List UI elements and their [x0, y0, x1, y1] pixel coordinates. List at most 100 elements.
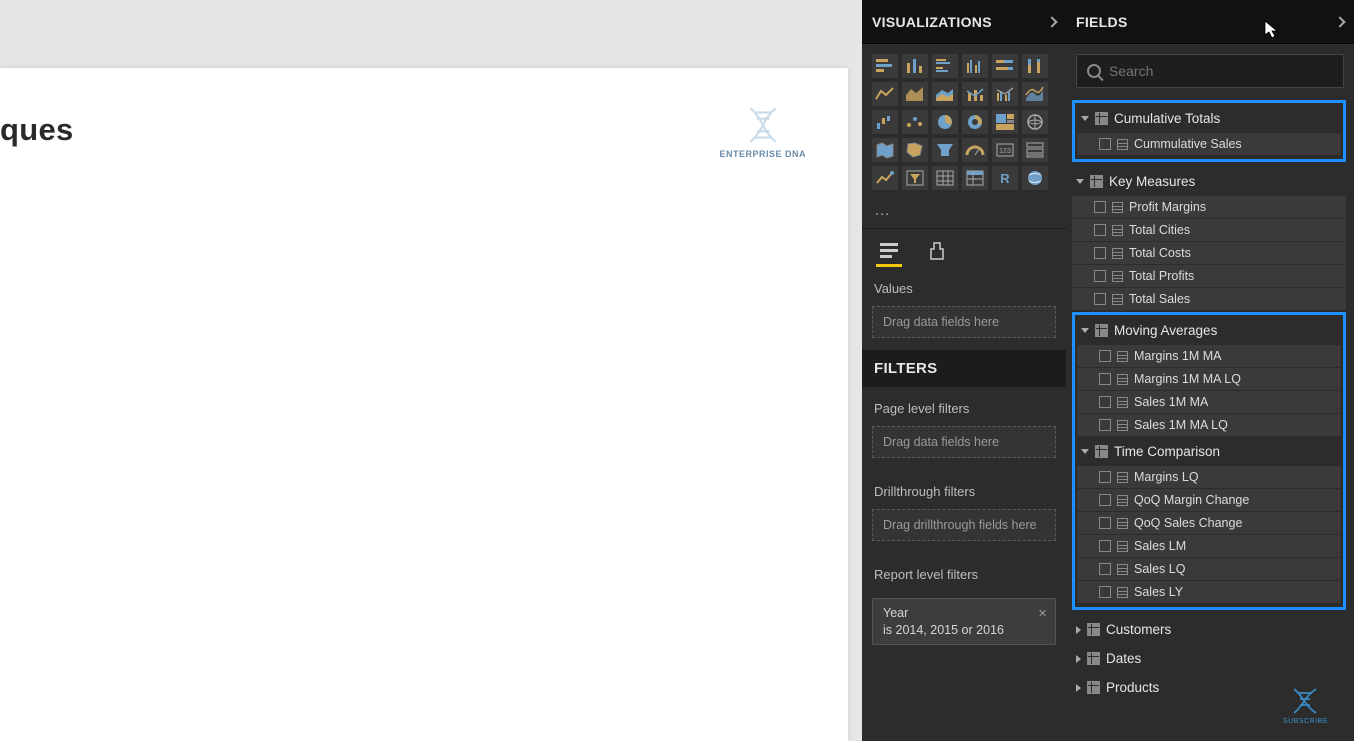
viz-donut-icon[interactable] — [962, 110, 988, 134]
filters-header: FILTERS — [862, 350, 1066, 387]
viz-arcgis-icon[interactable] — [1022, 166, 1048, 190]
format-tab[interactable] — [924, 239, 950, 267]
viz-scatter-icon[interactable] — [902, 110, 928, 134]
fields-tree[interactable]: Cumulative Totals Cummulative Sales Key Me… — [1066, 96, 1354, 741]
viz-table-icon[interactable] — [932, 166, 958, 190]
table-group: Key MeasuresProfit MarginsTotal Cities To… — [1072, 168, 1346, 310]
viz-line-stacked-column-icon[interactable] — [962, 82, 988, 106]
close-icon[interactable]: × — [1038, 605, 1047, 622]
report-canvas[interactable]: ques ENTERPRISE DNA — [0, 0, 862, 741]
table-header-time-comparison[interactable]: Time Comparison — [1077, 438, 1341, 465]
report-page[interactable]: ques ENTERPRISE DNA — [0, 68, 848, 741]
viz-filled-map-icon[interactable] — [872, 138, 898, 162]
fields-tab[interactable] — [876, 239, 902, 267]
checkbox-icon[interactable] — [1094, 247, 1106, 259]
viz-shape-map-icon[interactable] — [902, 138, 928, 162]
field-item[interactable]: QoQ Margin Change — [1077, 489, 1341, 511]
viz-100-stacked-column-icon[interactable] — [1022, 54, 1048, 78]
checkbox-icon[interactable] — [1099, 471, 1111, 483]
field-name: Total Costs — [1129, 246, 1191, 260]
table-header-moving-averages[interactable]: Moving Averages — [1077, 317, 1341, 344]
checkbox-icon[interactable] — [1099, 419, 1111, 431]
checkbox-icon[interactable] — [1099, 350, 1111, 362]
visualizations-header[interactable]: VISUALIZATIONS — [862, 0, 1066, 44]
table-header-dates[interactable]: Dates — [1072, 645, 1346, 672]
viz-stacked-column-icon[interactable] — [902, 54, 928, 78]
table-header-key-measures[interactable]: Key Measures — [1072, 168, 1346, 195]
viz-clustered-bar-icon[interactable] — [932, 54, 958, 78]
viz-waterfall-icon[interactable] — [872, 110, 898, 134]
drillthrough-dropzone[interactable]: Drag drillthrough fields here — [872, 509, 1056, 541]
field-item[interactable]: Sales LQ — [1077, 558, 1341, 580]
measure-icon — [1117, 541, 1128, 552]
viz-100-stacked-bar-icon[interactable] — [992, 54, 1018, 78]
viz-line-clustered-column-icon[interactable] — [992, 82, 1018, 106]
field-item[interactable]: Margins LQ — [1077, 466, 1341, 488]
fields-title: FIELDS — [1076, 14, 1128, 30]
viz-line-icon[interactable] — [872, 82, 898, 106]
table-name: Moving Averages — [1114, 323, 1217, 338]
table-header-customers[interactable]: Customers — [1072, 616, 1346, 643]
field-item[interactable]: QoQ Sales Change — [1077, 512, 1341, 534]
viz-clustered-column-icon[interactable] — [962, 54, 988, 78]
fields-panel: FIELDS Cumulative Totals Cummulative Sale… — [1066, 0, 1354, 741]
search-icon — [1087, 64, 1101, 78]
checkbox-icon[interactable] — [1099, 396, 1111, 408]
table-header-cumulative-totals[interactable]: Cumulative Totals — [1077, 105, 1341, 132]
search-input[interactable] — [1109, 63, 1333, 79]
checkbox-icon[interactable] — [1099, 138, 1111, 150]
viz-treemap-icon[interactable] — [992, 110, 1018, 134]
viz-r-script-icon[interactable]: R — [992, 166, 1018, 190]
measure-icon — [1117, 518, 1128, 529]
checkbox-icon[interactable] — [1094, 270, 1106, 282]
viz-area-icon[interactable] — [902, 82, 928, 106]
field-item[interactable]: Sales 1M MA — [1077, 391, 1341, 413]
field-item[interactable]: Cummulative Sales — [1077, 133, 1341, 155]
measure-icon — [1112, 225, 1123, 236]
field-item[interactable]: Total Profits — [1072, 265, 1346, 287]
table-name: Cumulative Totals — [1114, 111, 1220, 126]
table-group: Cumulative Totals Cummulative Sales — [1077, 105, 1341, 155]
viz-multi-row-card-icon[interactable] — [1022, 138, 1048, 162]
field-item[interactable]: Total Cities — [1072, 219, 1346, 241]
page-filters-dropzone[interactable]: Drag data fields here — [872, 426, 1056, 458]
chevron-right-icon[interactable] — [1334, 16, 1345, 27]
viz-stacked-area-icon[interactable] — [932, 82, 958, 106]
field-item[interactable]: Sales 1M MA LQ — [1077, 414, 1341, 436]
field-item[interactable]: Total Costs — [1072, 242, 1346, 264]
report-level-filters-label: Report level filters — [862, 553, 1066, 592]
checkbox-icon[interactable] — [1099, 517, 1111, 529]
field-item[interactable]: Margins 1M MA — [1077, 345, 1341, 367]
checkbox-icon[interactable] — [1099, 586, 1111, 598]
fields-header[interactable]: FIELDS — [1066, 0, 1354, 44]
viz-map-icon[interactable] — [1022, 110, 1048, 134]
viz-gauge-icon[interactable] — [962, 138, 988, 162]
viz-more-button[interactable]: … — [862, 200, 1066, 228]
field-item[interactable]: Sales LY — [1077, 581, 1341, 603]
viz-kpi-icon[interactable] — [872, 166, 898, 190]
checkbox-icon[interactable] — [1094, 293, 1106, 305]
table-icon — [1095, 324, 1108, 337]
checkbox-icon[interactable] — [1099, 563, 1111, 575]
field-item[interactable]: Profit Margins — [1072, 196, 1346, 218]
checkbox-icon[interactable] — [1099, 373, 1111, 385]
values-dropzone[interactable]: Drag data fields here — [872, 306, 1056, 338]
viz-card-icon[interactable]: 123 — [992, 138, 1018, 162]
field-item[interactable]: Total Sales — [1072, 288, 1346, 310]
checkbox-icon[interactable] — [1099, 540, 1111, 552]
checkbox-icon[interactable] — [1094, 201, 1106, 213]
viz-matrix-icon[interactable] — [962, 166, 988, 190]
search-box[interactable] — [1076, 54, 1344, 88]
report-filter-card[interactable]: × Year is 2014, 2015 or 2016 — [872, 598, 1056, 645]
table-header-products[interactable]: Products — [1072, 674, 1346, 701]
field-item[interactable]: Sales LM — [1077, 535, 1341, 557]
field-item[interactable]: Margins 1M MA LQ — [1077, 368, 1341, 390]
viz-ribbon-icon[interactable] — [1022, 82, 1048, 106]
viz-funnel-icon[interactable] — [932, 138, 958, 162]
checkbox-icon[interactable] — [1094, 224, 1106, 236]
viz-slicer-icon[interactable] — [902, 166, 928, 190]
checkbox-icon[interactable] — [1099, 494, 1111, 506]
chevron-right-icon[interactable] — [1046, 16, 1057, 27]
viz-stacked-bar-icon[interactable] — [872, 54, 898, 78]
viz-pie-icon[interactable] — [932, 110, 958, 134]
